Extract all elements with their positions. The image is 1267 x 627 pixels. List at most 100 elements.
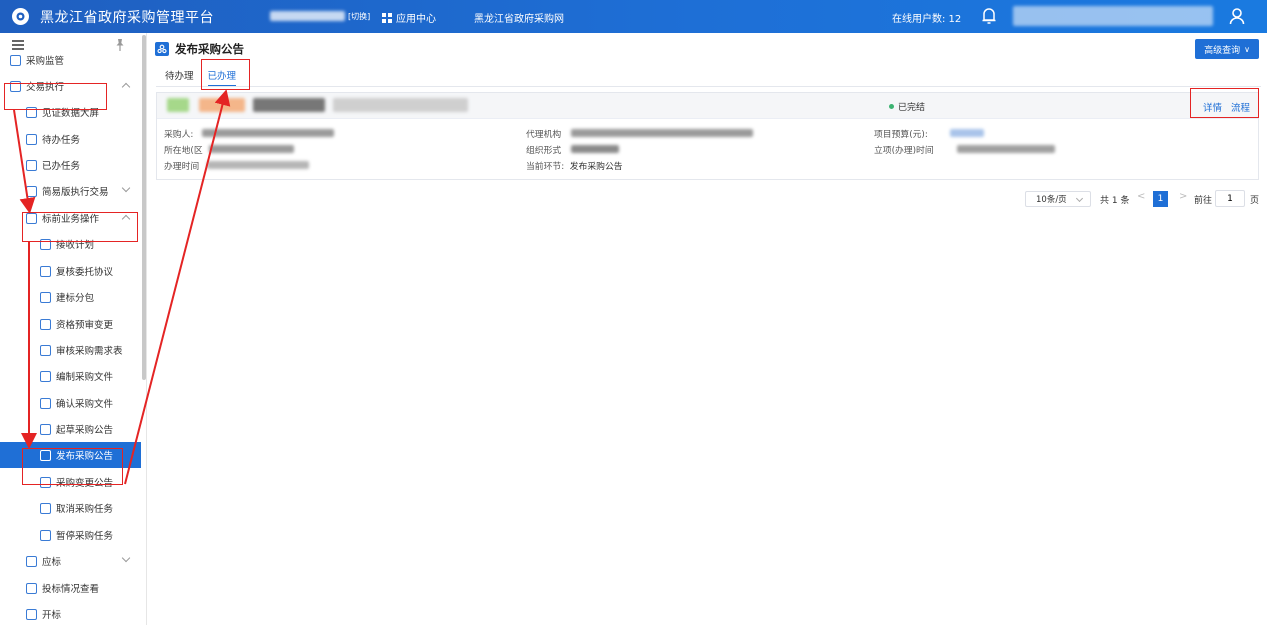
stage-value: 发布采购公告: [569, 162, 623, 172]
gov-procurement-link[interactable]: 黑龙江省政府采购网: [474, 10, 564, 25]
sidebar-item[interactable]: 接收计划: [0, 231, 141, 257]
file-check-icon: [40, 397, 51, 409]
page-title: 发布采购公告: [175, 42, 244, 56]
sidebar-item-label: 采购监管: [26, 56, 65, 67]
top-bar: 黑龙江省政府采购管理平台 [切换] 应用中心 黑龙江省政府采购网 在线用户数: …: [0, 0, 1267, 33]
sidebar-item-label: 复核委托协议: [56, 267, 114, 278]
redacted-project-code: [253, 98, 325, 112]
sidebar-item-label: 审核采购需求表: [56, 346, 123, 357]
goto-page-input[interactable]: [1215, 190, 1245, 207]
status-badge: 已完结: [889, 100, 925, 113]
sidebar-item[interactable]: 取消采购任务: [0, 495, 141, 521]
sidebar-item[interactable]: 已办任务: [0, 152, 141, 178]
doc-icon: [40, 265, 51, 277]
app-center-label: 应用中心: [396, 14, 436, 25]
pause-doc-icon: [40, 529, 51, 541]
shield-icon: [10, 54, 21, 66]
online-users-count: 在线用户数: 12: [892, 14, 962, 25]
task-icon: [26, 133, 37, 145]
redacted-org-name: [270, 11, 345, 21]
sidebar-item[interactable]: 复核委托协议: [0, 258, 141, 284]
sidebar-item[interactable]: 确认采购文件: [0, 390, 141, 416]
sidebar-item[interactable]: 审核采购需求表: [0, 337, 141, 363]
task-card-header: 已完结 详情 流程: [157, 93, 1258, 119]
sidebar-item-label: 投标情况查看: [42, 584, 100, 595]
tab-done[interactable]: 已办理: [207, 68, 237, 87]
agency-label: 代理机构: [526, 130, 562, 140]
users-icon: [40, 449, 51, 461]
status-label: 已完结: [898, 103, 926, 113]
sidebar-item[interactable]: 见证数据大屏: [0, 99, 141, 125]
dashboard-icon: [26, 106, 37, 118]
chevron-down-icon[interactable]: [121, 553, 131, 563]
redacted-buyer: [202, 129, 334, 137]
sidebar-item-label: 发布采购公告: [56, 451, 114, 462]
sidebar-item[interactable]: 采购监管: [0, 47, 141, 73]
app-title: 黑龙江省政府采购管理平台: [40, 10, 214, 26]
cancel-doc-icon: [40, 502, 51, 514]
prev-page-icon[interactable]: <: [1137, 191, 1145, 202]
sidebar-item[interactable]: 编制采购文件: [0, 363, 141, 389]
sidebar-item-label: 见证数据大屏: [42, 108, 100, 119]
tab-bar: 待办理 已办理: [165, 68, 237, 87]
sidebar-item-label: 暂停采购任务: [56, 531, 114, 542]
shield-check-icon: [10, 80, 21, 92]
task-done-icon: [26, 159, 37, 171]
page-header: 发布采购公告: [155, 41, 244, 57]
sidebar-item[interactable]: 发布采购公告: [0, 442, 141, 468]
sidebar-item-label: 采购变更公告: [56, 478, 114, 489]
next-page-icon[interactable]: >: [1179, 191, 1187, 202]
sidebar-item[interactable]: 简易版执行交易: [0, 178, 141, 204]
cart-icon: [40, 423, 51, 435]
list-icon: [40, 476, 51, 488]
sidebar-item[interactable]: 应标: [0, 548, 141, 574]
sidebar-item-label: 接收计划: [56, 240, 95, 251]
page-unit-label: 页: [1250, 196, 1260, 206]
advanced-search-label: 高级查询: [1204, 45, 1241, 56]
page-number-button[interactable]: 1: [1153, 191, 1168, 207]
sidebar-item-label: 开标: [42, 610, 62, 621]
page-size-select[interactable]: 10条/页: [1025, 191, 1091, 207]
sidebar-item-label: 编制采购文件: [56, 372, 114, 383]
advanced-search-button[interactable]: 高级查询 ∨: [1195, 39, 1259, 59]
sidebar-item[interactable]: 待办任务: [0, 126, 141, 152]
sidebar-item[interactable]: 采购变更公告: [0, 469, 141, 495]
sidebar-item-label: 确认采购文件: [56, 399, 114, 410]
switch-org-link[interactable]: [切换]: [348, 11, 370, 22]
sidebar-item-label: 标前业务操作: [42, 214, 100, 225]
app-center-button[interactable]: 应用中心: [382, 10, 436, 25]
chevron-up-icon[interactable]: [121, 214, 131, 224]
stage-label: 当前环节: 发布采购公告: [526, 159, 623, 172]
notification-bell-icon[interactable]: [980, 6, 998, 26]
edit-doc-icon: [40, 291, 51, 303]
platform-logo-icon: [12, 8, 29, 25]
users-icon: [40, 318, 51, 330]
sidebar-item-label: 取消采购任务: [56, 504, 114, 515]
tab-divider: [156, 86, 1261, 87]
user-profile-icon[interactable]: [1228, 6, 1246, 26]
chevron-down-icon[interactable]: [121, 183, 131, 193]
flow-link[interactable]: 流程: [1231, 100, 1250, 114]
cart-icon: [26, 212, 37, 224]
main-content: 发布采购公告 高级查询 ∨ 待办理 已办理 已完结 详情 流程 采购人: 所在地…: [150, 33, 1267, 625]
total-count: 共 1 条: [1100, 196, 1130, 206]
sidebar-item[interactable]: 资格预审变更: [0, 311, 141, 337]
setup-time-label: 立项(办理)时间: [874, 146, 934, 156]
sidebar-item[interactable]: 开标: [0, 601, 141, 627]
sidebar-item[interactable]: 投标情况查看: [0, 575, 141, 601]
redacted-region: [209, 145, 294, 153]
sidebar-item-label: 交易执行: [26, 82, 65, 93]
chevron-up-icon[interactable]: [121, 82, 131, 92]
detail-link[interactable]: 详情: [1203, 100, 1222, 114]
sidebar-item-label: 建标分包: [56, 293, 95, 304]
sidebar-item[interactable]: 建标分包: [0, 284, 141, 310]
redacted-handle-time: [207, 161, 309, 169]
sidebar-scrollbar[interactable]: [142, 35, 146, 380]
tab-pending[interactable]: 待办理: [165, 68, 194, 87]
sidebar-item[interactable]: 起草采购公告: [0, 416, 141, 442]
sidebar-item[interactable]: 标前业务操作: [0, 205, 141, 231]
sidebar-item[interactable]: 暂停采购任务: [0, 522, 141, 548]
task-card: 已完结 详情 流程 采购人: 所在地(区 办理时间 代理机构 组织形式 当前环节…: [156, 92, 1259, 180]
apps-grid-icon: [382, 12, 392, 23]
sidebar-item[interactable]: 交易执行: [0, 73, 141, 99]
